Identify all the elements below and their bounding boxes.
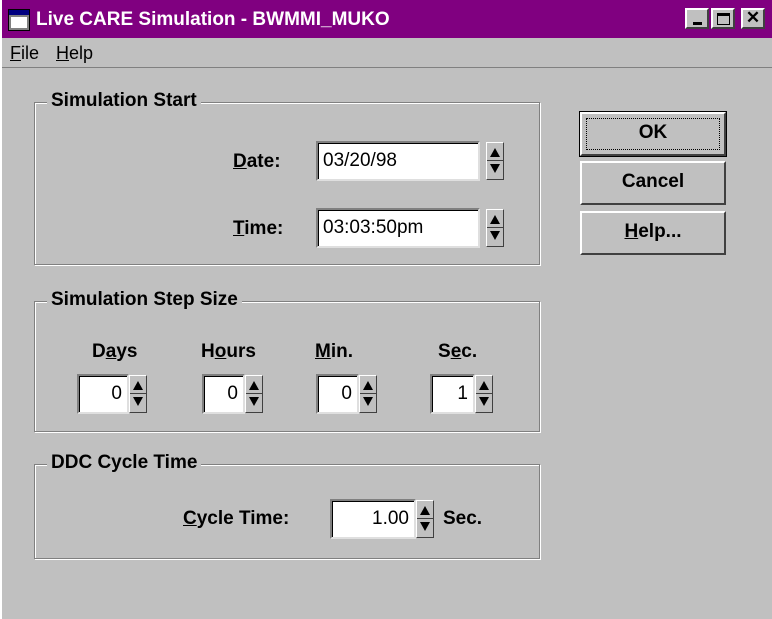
title-bar[interactable]: Live CARE Simulation - BWMMI_MUKO ✕ [2, 0, 772, 38]
min-field[interactable]: 0 [316, 374, 359, 414]
spin-up-icon [133, 381, 143, 390]
sec-field[interactable]: 1 [430, 374, 475, 414]
spin-up-icon [363, 381, 373, 390]
spin-down-icon [133, 397, 143, 406]
hours-spinner[interactable] [245, 375, 263, 413]
cycle-time-value: 1.00 [372, 508, 409, 529]
spin-up-icon [249, 381, 259, 390]
dialog-window: Live CARE Simulation - BWMMI_MUKO ✕ File… [0, 0, 772, 619]
spin-down-icon [479, 397, 489, 406]
days-field[interactable]: 0 [77, 374, 129, 414]
spin-up-icon [420, 506, 430, 515]
ddc-cycle-group: DDC Cycle Time Cycle Time: 1.00 Sec. [34, 452, 540, 559]
min-value: 0 [341, 383, 352, 404]
menu-help[interactable]: Help [56, 43, 93, 64]
close-button[interactable]: ✕ [741, 8, 765, 29]
spin-down-icon [490, 164, 500, 173]
time-spinner[interactable] [486, 209, 504, 247]
days-value: 0 [111, 383, 122, 404]
date-value: 03/20/98 [323, 150, 397, 171]
close-icon: ✕ [745, 8, 761, 27]
help-button-label: elp... [638, 221, 682, 242]
step-size-group: Simulation Step Size Days 0 Hours 0 Min.… [34, 289, 540, 432]
spin-up-icon [490, 215, 500, 224]
simulation-start-group: Simulation Start Date: 03/20/98 Time: 03… [34, 90, 540, 265]
date-spinner[interactable] [486, 142, 504, 180]
menu-file[interactable]: File [10, 43, 39, 64]
hours-value: 0 [227, 383, 238, 404]
spin-down-icon [249, 397, 259, 406]
step-size-title: Simulation Step Size [47, 289, 242, 311]
spin-down-icon [420, 522, 430, 531]
focus-rect [586, 118, 720, 150]
time-label: Time: [233, 218, 284, 239]
sec-label: Sec. [438, 341, 478, 362]
ok-button[interactable]: OK [579, 111, 727, 157]
days-label: Days [92, 341, 138, 362]
min-spinner[interactable] [359, 375, 377, 413]
hours-field[interactable]: 0 [202, 374, 245, 414]
hours-label: Hours [201, 341, 256, 362]
cycle-time-field[interactable]: 1.00 [330, 499, 416, 539]
dialog-body: Simulation Start Date: 03/20/98 Time: 03… [2, 68, 772, 619]
window-title: Live CARE Simulation - BWMMI_MUKO [36, 9, 390, 30]
cycle-time-spinner[interactable] [416, 500, 434, 538]
spin-down-icon [363, 397, 373, 406]
maximize-button[interactable] [711, 8, 735, 29]
cancel-button[interactable]: Cancel [580, 161, 726, 205]
sec-spinner[interactable] [475, 375, 493, 413]
days-spinner[interactable] [129, 375, 147, 413]
minimize-icon [693, 22, 702, 25]
spin-up-icon [490, 148, 500, 157]
date-field[interactable]: 03/20/98 [316, 141, 480, 181]
cancel-button-label: Cancel [621, 171, 685, 192]
app-window-icon[interactable] [8, 9, 30, 31]
cycle-time-label: Cycle Time: [183, 508, 290, 529]
menu-help-rest: elp [69, 43, 94, 63]
spin-down-icon [490, 231, 500, 240]
maximize-icon [717, 13, 730, 25]
menu-bar: File Help [2, 38, 772, 68]
ddc-cycle-title: DDC Cycle Time [47, 452, 202, 474]
spin-up-icon [479, 381, 489, 390]
cycle-time-unit: Sec. [443, 508, 483, 529]
help-button[interactable]: Help... [580, 211, 726, 255]
sec-value: 1 [457, 383, 468, 404]
simulation-start-title: Simulation Start [47, 90, 201, 112]
menu-file-rest: ile [21, 43, 40, 63]
date-label: Date: [233, 151, 281, 172]
time-value: 03:03:50pm [323, 217, 424, 238]
time-field[interactable]: 03:03:50pm [316, 208, 480, 248]
min-label: Min. [315, 341, 353, 362]
minimize-button[interactable] [685, 8, 709, 29]
